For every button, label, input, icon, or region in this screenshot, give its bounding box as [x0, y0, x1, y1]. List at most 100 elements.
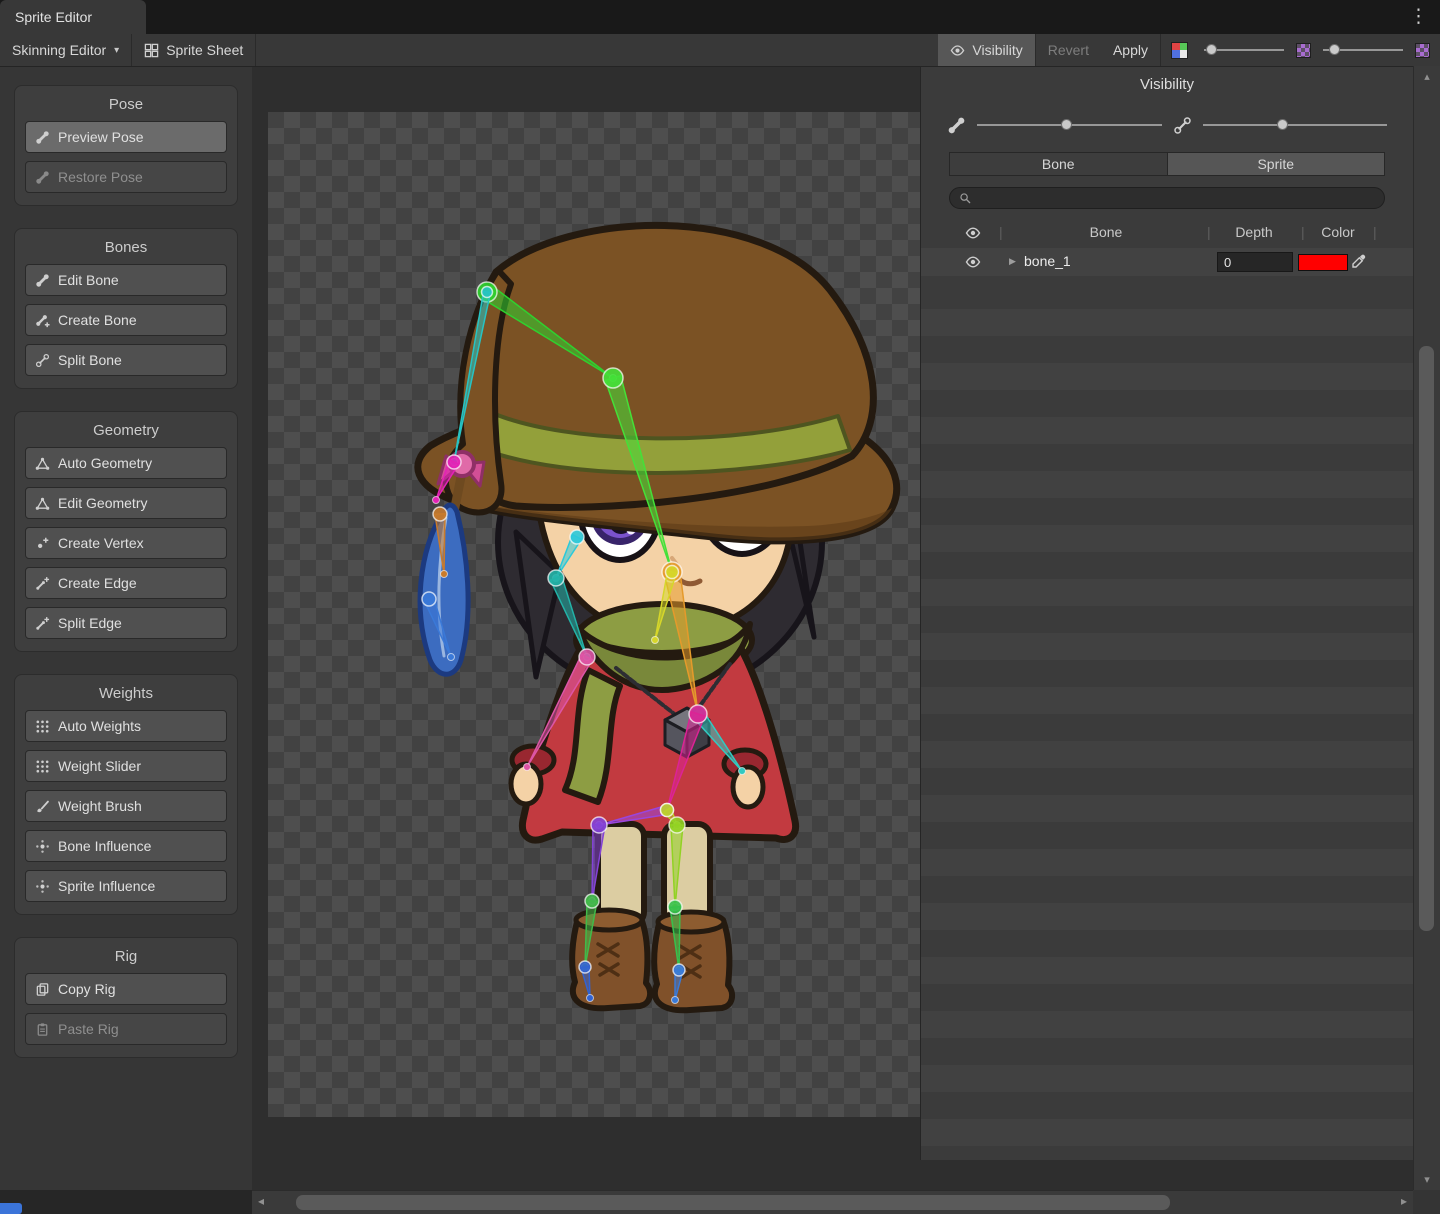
column-bone[interactable]: Bone — [1021, 224, 1191, 240]
tab-bone[interactable]: Bone — [949, 152, 1168, 176]
visibility-search-input[interactable] — [977, 190, 1375, 207]
bone-influence-button[interactable]: Bone Influence — [25, 830, 227, 862]
skinning-editor-label: Skinning Editor — [12, 42, 106, 58]
button-label: Weight Slider — [58, 758, 141, 774]
bone-opacity-slider[interactable] — [977, 118, 1162, 132]
paste-rig-button[interactable]: Paste Rig — [25, 1013, 227, 1045]
column-color[interactable]: Color — [1311, 224, 1365, 240]
visibility-search[interactable] — [949, 187, 1385, 209]
create-edge-button[interactable]: Create Edge — [25, 567, 227, 599]
bone-color-swatch[interactable] — [1298, 254, 1348, 271]
zoom-slider[interactable] — [1323, 43, 1403, 57]
button-label: Create Bone — [58, 312, 137, 328]
create-vertex-icon — [35, 536, 50, 551]
create-bone-button[interactable]: Create Bone — [25, 304, 227, 336]
auto-weights-button[interactable]: Auto Weights — [25, 710, 227, 742]
toolbar-separator — [255, 34, 256, 66]
revert-button[interactable]: Revert — [1036, 34, 1101, 66]
slider-handle[interactable] — [1329, 44, 1340, 55]
vertical-scrollbar[interactable]: ▴ ▾ — [1413, 66, 1440, 1190]
horizontal-scrollbar[interactable]: ◂ ▸ — [252, 1190, 1413, 1214]
auto-geometry-button[interactable]: Auto Geometry — [25, 447, 227, 479]
mip-slider[interactable] — [1204, 43, 1284, 57]
visibility-panel: Visibility Bone Sprite | Bone | — [920, 66, 1413, 1160]
expand-arrow-icon[interactable]: ▶ — [1009, 256, 1016, 267]
create-vertex-button[interactable]: Create Vertex — [25, 527, 227, 559]
column-depth[interactable]: Depth — [1219, 224, 1289, 240]
column-separator: | — [1373, 224, 1377, 240]
bones-group-title: Bones — [25, 239, 227, 256]
edit-geometry-button[interactable]: Edit Geometry — [25, 487, 227, 519]
create-bone-icon — [35, 313, 50, 328]
visibility-toggle-button[interactable]: Visibility — [938, 34, 1034, 66]
sprite-editor-window: Sprite Editor ⋮ Skinning Editor ▾ Sprite… — [0, 0, 1440, 1214]
button-label: Sprite Influence — [58, 878, 155, 894]
apply-label: Apply — [1113, 42, 1148, 58]
bone-overlay[interactable] — [268, 112, 920, 1117]
pose-group: Pose Preview Pose Restore Pose — [14, 85, 238, 206]
rig-group-title: Rig — [25, 948, 227, 965]
button-label: Edit Geometry — [58, 495, 147, 511]
scroll-up-icon[interactable]: ▴ — [1414, 70, 1440, 83]
horizontal-scroll-thumb[interactable] — [296, 1195, 1170, 1210]
scroll-down-icon[interactable]: ▾ — [1414, 1173, 1440, 1186]
button-label: Preview Pose — [58, 129, 144, 145]
mesh-opacity-slider[interactable] — [1203, 118, 1388, 132]
rgb-channels-icon[interactable] — [1171, 42, 1188, 59]
weight-brush-button[interactable]: Weight Brush — [25, 790, 227, 822]
button-label: Split Bone — [58, 352, 122, 368]
copy-rig-button[interactable]: Copy Rig — [25, 973, 227, 1005]
button-label: Auto Geometry — [58, 455, 152, 471]
slider-handle[interactable] — [1206, 44, 1217, 55]
window-tabbar: Sprite Editor ⋮ — [0, 0, 1440, 34]
bone-name[interactable]: bone_1 — [1024, 253, 1071, 269]
toolbar: Skinning Editor ▾ Sprite Sheet Visibilit… — [0, 34, 1440, 67]
button-label: Edit Bone — [58, 272, 119, 288]
sprite-influence-button[interactable]: Sprite Influence — [25, 870, 227, 902]
scrollbar-corner — [1413, 1190, 1440, 1214]
sprite-sheet-button[interactable]: Sprite Sheet — [132, 34, 255, 66]
tab-sprite[interactable]: Sprite — [1168, 152, 1386, 176]
split-edge-button[interactable]: Split Edge — [25, 607, 227, 639]
auto-geometry-icon — [35, 456, 50, 471]
column-separator: | — [999, 224, 1003, 240]
slider-handle[interactable] — [1277, 119, 1288, 130]
bone-table-header: | Bone | Depth | Color | — [921, 220, 1413, 246]
bone-depth-input[interactable] — [1217, 252, 1293, 272]
bones-group: Bones Edit Bone Create Bone Split Bone — [14, 228, 238, 389]
weights-group: Weights Auto Weights Weight Slider Weigh… — [14, 674, 238, 915]
bone-row[interactable]: ▶ bone_1 — [921, 248, 1413, 276]
revert-label: Revert — [1048, 42, 1089, 58]
canvas-checkerboard[interactable] — [268, 112, 920, 1117]
split-edge-icon — [35, 616, 50, 631]
scroll-right-icon[interactable]: ▸ — [1401, 1194, 1407, 1208]
preview-pose-button[interactable]: Preview Pose — [25, 121, 227, 153]
auto-weights-icon — [35, 719, 50, 734]
button-label: Bone Influence — [58, 838, 151, 854]
button-label: Create Vertex — [58, 535, 144, 551]
scroll-left-icon[interactable]: ◂ — [258, 1194, 264, 1208]
sprite-editor-tab[interactable]: Sprite Editor — [0, 0, 146, 34]
restore-pose-button[interactable]: Restore Pose — [25, 161, 227, 193]
slider-handle[interactable] — [1061, 119, 1072, 130]
bone-visibility-eye-icon[interactable] — [965, 254, 981, 270]
edit-bone-button[interactable]: Edit Bone — [25, 264, 227, 296]
button-label: Restore Pose — [58, 169, 143, 185]
filter-swatch-1[interactable] — [1296, 43, 1311, 58]
window-title: Sprite Editor — [15, 9, 92, 25]
vertical-scroll-thumb[interactable] — [1419, 346, 1434, 931]
button-label: Weight Brush — [58, 798, 142, 814]
sprite-sheet-icon — [144, 43, 159, 58]
skinning-editor-dropdown[interactable]: Skinning Editor ▾ — [0, 34, 131, 66]
visibility-empty-rows — [921, 282, 1413, 1160]
button-label: Auto Weights — [58, 718, 141, 734]
toolbar-separator — [1160, 34, 1161, 66]
filter-swatch-2[interactable] — [1415, 43, 1430, 58]
window-menu-icon[interactable]: ⋮ — [1409, 5, 1428, 28]
weight-slider-button[interactable]: Weight Slider — [25, 750, 227, 782]
split-bone-button[interactable]: Split Bone — [25, 344, 227, 376]
apply-button[interactable]: Apply — [1101, 34, 1160, 66]
chevron-down-icon: ▾ — [114, 45, 119, 56]
visibility-panel-title: Visibility — [921, 76, 1413, 93]
eyedropper-icon[interactable] — [1351, 253, 1367, 269]
